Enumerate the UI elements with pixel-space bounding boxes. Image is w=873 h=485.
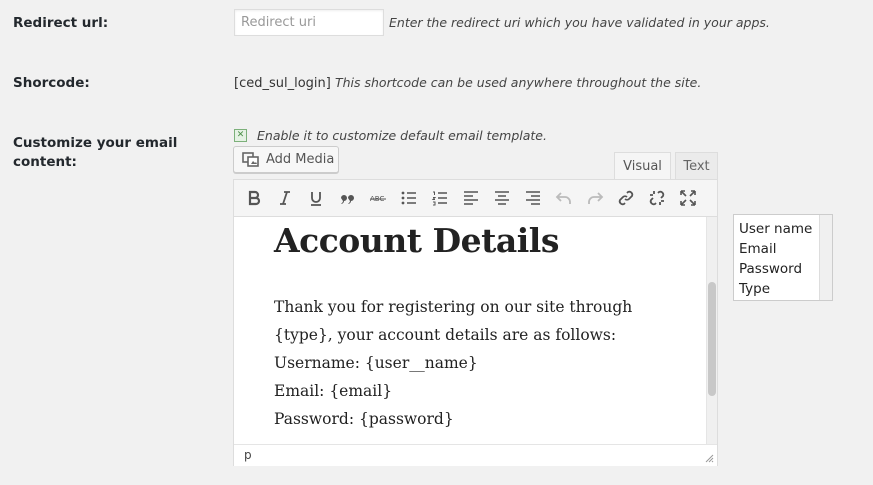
resize-grip-icon[interactable]: [705, 454, 714, 463]
editor-content[interactable]: Account Details Thank you for registerin…: [234, 217, 706, 444]
email-body-line: {type}, your account details are as foll…: [274, 326, 617, 344]
email-content-label: Customize your email content:: [13, 134, 177, 172]
bullet-list-icon[interactable]: [393, 183, 424, 213]
enable-custom-email-label: Enable it to customize default email tem…: [257, 128, 547, 143]
shortcode-code: [ced_sul_login]: [234, 76, 331, 91]
email-body-line: Email: {email}: [274, 382, 393, 400]
blockquote-icon[interactable]: [331, 183, 362, 213]
align-center-icon[interactable]: [486, 183, 517, 213]
numbered-list-icon[interactable]: [424, 183, 455, 213]
email-body: Thank you for registering on our site th…: [274, 293, 632, 433]
email-editor: ABC Account Details Thank you for regist…: [233, 179, 718, 466]
shortcode-description: This shortcode can be used anywhere thro…: [334, 75, 702, 90]
italic-icon[interactable]: [269, 183, 300, 213]
redirect-url-description: Enter the redirect uri which you have va…: [389, 15, 770, 30]
email-content-label-line2: content:: [13, 154, 77, 170]
fullscreen-icon[interactable]: [672, 183, 703, 213]
email-body-line: Password: {password}: [274, 410, 454, 428]
tab-visual[interactable]: Visual: [614, 152, 671, 180]
variables-list-scrollbar[interactable]: [819, 215, 832, 300]
enable-custom-email-checkbox[interactable]: ✕: [234, 129, 247, 142]
editor-scrollbar-thumb[interactable]: [708, 282, 716, 396]
editor-scrollbar[interactable]: [706, 217, 717, 444]
redirect-url-input[interactable]: [234, 9, 384, 36]
add-media-icon: [242, 151, 259, 167]
tab-text[interactable]: Text: [675, 152, 718, 180]
email-body-line: Username: {user__name}: [274, 354, 478, 372]
unlink-icon[interactable]: [641, 183, 672, 213]
redo-icon[interactable]: [579, 183, 610, 213]
bold-icon[interactable]: [238, 183, 269, 213]
align-right-icon[interactable]: [517, 183, 548, 213]
underline-icon[interactable]: [300, 183, 331, 213]
shortcode-value: [ced_sul_login] This shortcode can be us…: [234, 75, 701, 91]
email-heading: Account Details: [274, 221, 559, 260]
link-icon[interactable]: [610, 183, 641, 213]
redirect-url-label: Redirect url:: [13, 15, 109, 31]
align-left-icon[interactable]: [455, 183, 486, 213]
strikethrough-icon[interactable]: ABC: [362, 183, 393, 213]
add-media-button[interactable]: Add Media: [233, 146, 339, 173]
undo-icon[interactable]: [548, 183, 579, 213]
enable-custom-email-row: ✕ Enable it to customize default email t…: [234, 128, 547, 143]
element-path[interactable]: p: [244, 448, 252, 462]
shortcode-label: Shorcode:: [13, 75, 90, 91]
variables-list[interactable]: User name Email Password Type: [733, 214, 833, 301]
email-content-label-line1: Customize your email: [13, 135, 178, 151]
editor-status-bar: p: [234, 444, 717, 466]
email-body-line: Thank you for registering on our site th…: [274, 298, 633, 316]
editor-toolbar: ABC: [234, 180, 717, 217]
add-media-label: Add Media: [266, 152, 335, 167]
